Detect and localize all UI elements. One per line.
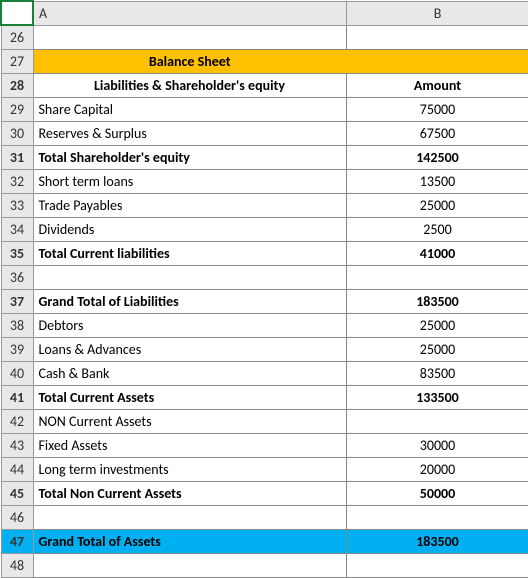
cell-a[interactable]: NON Current Assets: [33, 410, 346, 434]
table-row: 43Fixed Assets30000: [1, 434, 528, 458]
table-row: 26: [1, 25, 528, 50]
table-row: 39Loans & Advances25000: [1, 338, 528, 362]
row-number[interactable]: 31: [1, 146, 33, 170]
table-row: 45Total Non Current Assets50000: [1, 482, 528, 506]
table-row: 30Reserves & Surplus67500: [1, 122, 528, 146]
row-number[interactable]: 26: [1, 25, 33, 50]
cell-b[interactable]: [346, 266, 528, 290]
cell-a[interactable]: [33, 506, 346, 530]
cell-a[interactable]: [33, 266, 346, 290]
row-number[interactable]: 43: [1, 434, 33, 458]
row-number[interactable]: 36: [1, 266, 33, 290]
cell-b[interactable]: [346, 554, 528, 578]
cell-a[interactable]: Grand Total of Liabilities: [33, 290, 346, 314]
cell-a[interactable]: [33, 25, 346, 50]
cell-b[interactable]: 41000: [346, 242, 528, 266]
cell-a[interactable]: Total Current Assets: [33, 386, 346, 410]
row-number[interactable]: 32: [1, 170, 33, 194]
row-number[interactable]: 48: [1, 554, 33, 578]
row-number[interactable]: 46: [1, 506, 33, 530]
cell-a[interactable]: [33, 554, 346, 578]
cell-a[interactable]: Fixed Assets: [33, 434, 346, 458]
row-number[interactable]: 39: [1, 338, 33, 362]
column-header-a[interactable]: A: [33, 1, 346, 25]
row-number[interactable]: 38: [1, 314, 33, 338]
row-number[interactable]: 28: [1, 74, 33, 98]
cell-b[interactable]: 75000: [346, 98, 528, 122]
cell-b[interactable]: [346, 25, 528, 50]
row-number[interactable]: 37: [1, 290, 33, 314]
cell-b[interactable]: Amount: [346, 74, 528, 98]
row-number[interactable]: 42: [1, 410, 33, 434]
select-all-cell[interactable]: [1, 1, 33, 25]
cell-b[interactable]: [346, 50, 528, 74]
row-number[interactable]: 27: [1, 50, 33, 74]
cell-b[interactable]: 133500: [346, 386, 528, 410]
cell-a[interactable]: Loans & Advances: [33, 338, 346, 362]
cell-b[interactable]: 142500: [346, 146, 528, 170]
cell-a[interactable]: Total Non Current Assets: [33, 482, 346, 506]
table-row: 27Balance Sheet: [1, 50, 528, 74]
row-number[interactable]: 41: [1, 386, 33, 410]
table-row: 44Long term investments20000: [1, 458, 528, 482]
cell-b[interactable]: 25000: [346, 314, 528, 338]
row-number[interactable]: 30: [1, 122, 33, 146]
column-header-row: A B: [1, 1, 528, 25]
cell-b[interactable]: [346, 410, 528, 434]
column-header-b[interactable]: B: [346, 1, 528, 25]
table-row: 34Dividends2500: [1, 218, 528, 242]
table-row: 40Cash & Bank83500: [1, 362, 528, 386]
table-row: 37Grand Total of Liabilities183500: [1, 290, 528, 314]
table-row: 32Short term loans13500: [1, 170, 528, 194]
row-number[interactable]: 29: [1, 98, 33, 122]
cell-b[interactable]: [346, 506, 528, 530]
cell-b[interactable]: 67500: [346, 122, 528, 146]
cell-a[interactable]: Total Shareholder's equity: [33, 146, 346, 170]
cell-b[interactable]: 20000: [346, 458, 528, 482]
cell-b[interactable]: 25000: [346, 194, 528, 218]
cell-a[interactable]: Balance Sheet: [33, 50, 346, 74]
table-row: 47Grand Total of Assets183500: [1, 530, 528, 554]
table-row: 36: [1, 266, 528, 290]
table-row: 31Total Shareholder's equity142500: [1, 146, 528, 170]
row-number[interactable]: 35: [1, 242, 33, 266]
cell-b[interactable]: 183500: [346, 290, 528, 314]
row-number[interactable]: 47: [1, 530, 33, 554]
table-row: 29Share Capital75000: [1, 98, 528, 122]
cell-a[interactable]: Total Current liabilities: [33, 242, 346, 266]
cell-b[interactable]: 2500: [346, 218, 528, 242]
cell-a[interactable]: Reserves & Surplus: [33, 122, 346, 146]
cell-a[interactable]: Trade Payables: [33, 194, 346, 218]
row-number[interactable]: 33: [1, 194, 33, 218]
cell-b[interactable]: 25000: [346, 338, 528, 362]
cell-b[interactable]: 50000: [346, 482, 528, 506]
cell-a[interactable]: Liabilities & Shareholder's equity: [33, 74, 346, 98]
cell-a[interactable]: Grand Total of Assets: [33, 530, 346, 554]
table-row: 46: [1, 506, 528, 530]
table-row: 38Debtors25000: [1, 314, 528, 338]
cell-b[interactable]: 30000: [346, 434, 528, 458]
cell-b[interactable]: 183500: [346, 530, 528, 554]
row-number[interactable]: 44: [1, 458, 33, 482]
cell-b[interactable]: 83500: [346, 362, 528, 386]
cell-b[interactable]: 13500: [346, 170, 528, 194]
cell-a[interactable]: Dividends: [33, 218, 346, 242]
row-number[interactable]: 40: [1, 362, 33, 386]
cell-a[interactable]: Long term investments: [33, 458, 346, 482]
cell-a[interactable]: Cash & Bank: [33, 362, 346, 386]
spreadsheet: A B 2627Balance Sheet28Liabilities & Sha…: [0, 0, 528, 578]
table-row: 48: [1, 554, 528, 578]
table-row: 33Trade Payables25000: [1, 194, 528, 218]
cell-a[interactable]: Share Capital: [33, 98, 346, 122]
table-row: 35Total Current liabilities41000: [1, 242, 528, 266]
row-number[interactable]: 34: [1, 218, 33, 242]
cell-a[interactable]: Debtors: [33, 314, 346, 338]
table-row: 42NON Current Assets: [1, 410, 528, 434]
cell-a[interactable]: Short term loans: [33, 170, 346, 194]
table-row: 28Liabilities & Shareholder's equityAmou…: [1, 74, 528, 98]
row-number[interactable]: 45: [1, 482, 33, 506]
table-row: 41Total Current Assets133500: [1, 386, 528, 410]
